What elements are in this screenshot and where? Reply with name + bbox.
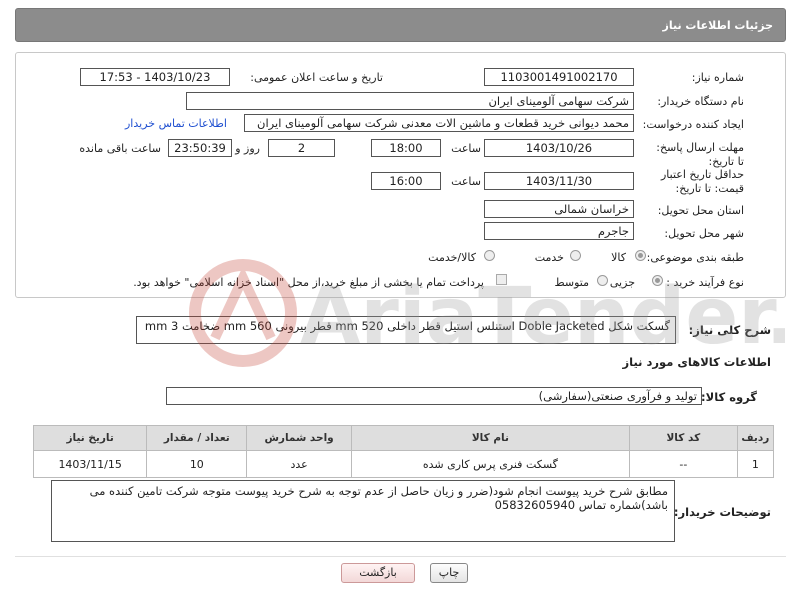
creator-field[interactable]: محمد دیوانی خرید قطعات و ماشین الات معدن… bbox=[244, 114, 634, 132]
footer-divider bbox=[15, 556, 786, 557]
announce-field[interactable]: 1403/10/23 - 17:53 bbox=[80, 68, 230, 86]
page-header: جزئیات اطلاعات نیاز bbox=[15, 8, 786, 42]
need-number-field[interactable]: 1103001491002170 bbox=[484, 68, 634, 86]
announce-label: تاریخ و ساعت اعلان عمومی: bbox=[250, 71, 383, 84]
process-label: نوع فرآیند خرید : bbox=[666, 276, 744, 289]
category-option-both: کالا/خدمت bbox=[428, 251, 476, 264]
treasury-payment-checkbox[interactable] bbox=[496, 274, 507, 285]
need-number-label: شماره نیاز: bbox=[691, 71, 744, 84]
category-option-service: خدمت bbox=[534, 251, 564, 264]
province-field[interactable]: خراسان شمالی bbox=[484, 200, 634, 218]
col-name: نام کالا bbox=[350, 425, 630, 451]
process-option-minor: جزیی bbox=[609, 276, 635, 289]
deadline-label: مهلت ارسال پاسخ: تا تاریخ: bbox=[656, 141, 744, 168]
cell-qty: 10 bbox=[146, 450, 248, 478]
category-radio-goods[interactable] bbox=[635, 250, 646, 261]
buyer-notes-textarea[interactable]: مطابق شرح خرید پیوست انجام شود(ضرر و زیا… bbox=[51, 480, 675, 542]
city-label: شهر محل تحویل: bbox=[664, 227, 744, 240]
goods-group-label: گروه کالا: bbox=[701, 390, 757, 404]
col-unit: واحد شمارش bbox=[246, 425, 352, 451]
deadline-time-field[interactable]: 18:00 bbox=[371, 139, 441, 157]
buyer-notes-label: توضیحات خریدار: bbox=[673, 505, 771, 519]
category-label: طبقه بندی موضوعی: bbox=[646, 251, 744, 264]
validity-date-field[interactable]: 1403/11/30 bbox=[484, 172, 634, 190]
remaining-time-field[interactable]: 23:50:39 bbox=[168, 139, 232, 157]
table-row[interactable]: 1 -- گسکت فنری پرس کاری شده عدد 10 1403/… bbox=[32, 450, 775, 478]
goods-section-title: اطلاعات کالاهای مورد نیاز bbox=[622, 355, 771, 369]
col-row: ردیف bbox=[736, 425, 775, 451]
goods-group-field[interactable]: تولید و فرآوری صنعتی(سفارشی) bbox=[166, 387, 702, 405]
buyer-contact-link[interactable]: اطلاعات تماس خریدار bbox=[125, 117, 227, 130]
deadline-time-label: ساعت bbox=[451, 142, 481, 155]
goods-table: ردیف کد کالا نام کالا واحد شمارش تعداد /… bbox=[32, 425, 775, 478]
page-title: جزئیات اطلاعات نیاز bbox=[662, 19, 774, 32]
validity-time-field[interactable]: 16:00 bbox=[371, 172, 441, 190]
city-field[interactable]: جاجرم bbox=[484, 222, 634, 240]
description-label: شرح کلی نیاز: bbox=[688, 323, 771, 337]
col-date: تاریخ نیاز bbox=[32, 425, 148, 451]
cell-row: 1 bbox=[736, 450, 775, 478]
cell-code: -- bbox=[628, 450, 738, 478]
remaining-label: ساعت باقی مانده bbox=[79, 142, 161, 155]
process-radio-medium[interactable] bbox=[597, 275, 608, 286]
cell-name: گسکت فنری پرس کاری شده bbox=[350, 450, 630, 478]
description-textarea[interactable]: گسکت شکل Doble Jacketed استنلس استیل قطر… bbox=[136, 316, 676, 344]
category-option-goods: کالا bbox=[611, 251, 626, 264]
creator-label: ایجاد کننده درخواست: bbox=[642, 118, 744, 131]
process-radio-minor[interactable] bbox=[652, 275, 663, 286]
back-button[interactable]: بازگشت bbox=[341, 563, 415, 583]
province-label: استان محل تحویل: bbox=[657, 204, 744, 217]
col-qty: تعداد / مقدار bbox=[146, 425, 248, 451]
cell-date: 1403/11/15 bbox=[32, 450, 148, 478]
process-option-medium: متوسط bbox=[554, 276, 589, 289]
col-code: کد کالا bbox=[628, 425, 738, 451]
validity-time-label: ساعت bbox=[451, 175, 481, 188]
days-label: روز و bbox=[235, 142, 260, 155]
category-radio-both[interactable] bbox=[484, 250, 495, 261]
deadline-date-field[interactable]: 1403/10/26 bbox=[484, 139, 634, 157]
cell-unit: عدد bbox=[246, 450, 352, 478]
goods-table-header: ردیف کد کالا نام کالا واحد شمارش تعداد /… bbox=[32, 425, 775, 451]
category-radio-service[interactable] bbox=[570, 250, 581, 261]
days-field[interactable]: 2 bbox=[268, 139, 335, 157]
treasury-payment-text: پرداخت تمام یا بخشی از مبلغ خرید،از محل … bbox=[133, 276, 484, 289]
buyer-field[interactable]: شرکت سهامی آلومینای ایران bbox=[186, 92, 634, 110]
buyer-label: نام دستگاه خریدار: bbox=[657, 95, 744, 108]
validity-label: حداقل تاریخ اعتبار قیمت: تا تاریخ: bbox=[660, 168, 744, 195]
print-button[interactable]: چاپ bbox=[430, 563, 468, 583]
